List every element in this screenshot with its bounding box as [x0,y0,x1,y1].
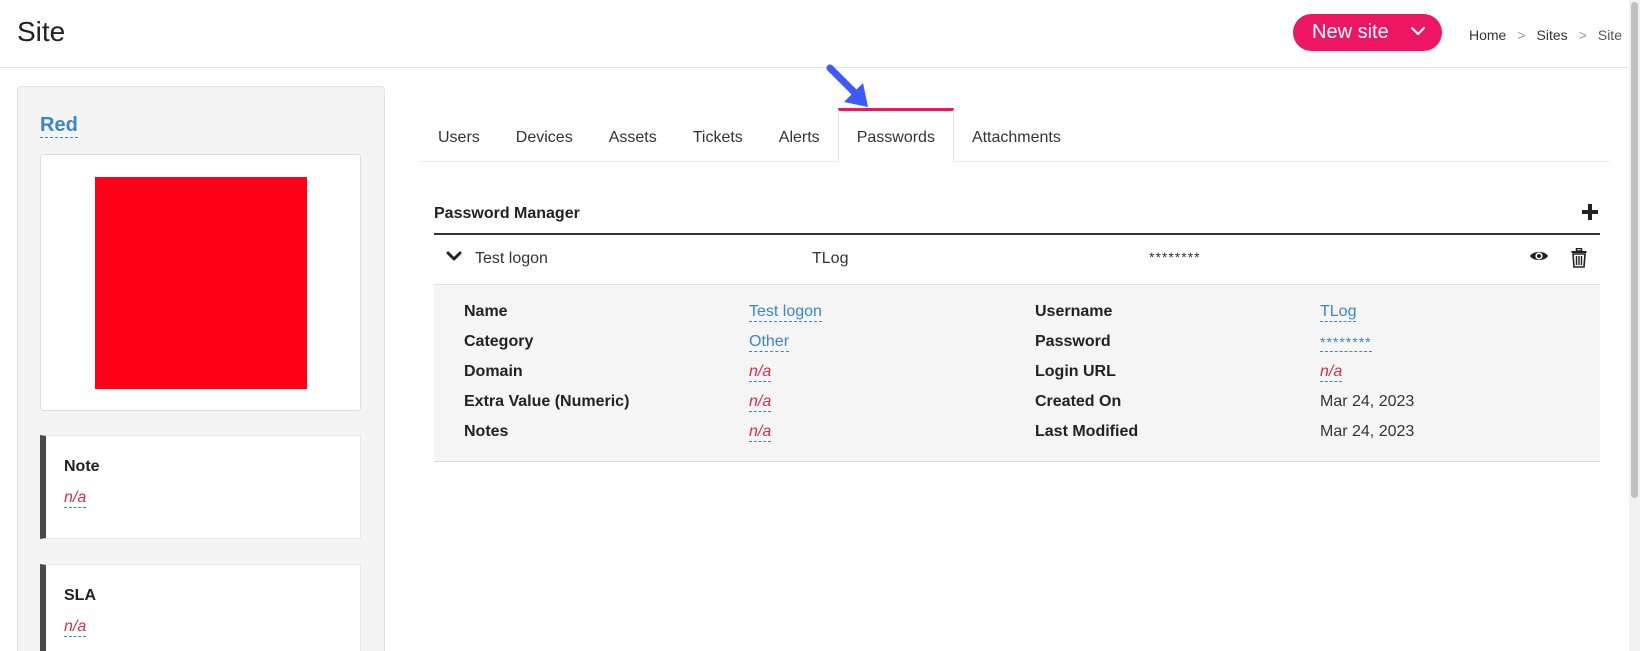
detail-category-value[interactable]: Other [749,333,790,352]
sla-card: SLA n/a [40,564,361,651]
site-logo [95,177,307,389]
page-scrollbar[interactable] [1629,0,1640,651]
detail-created-label: Created On [1035,393,1122,410]
detail-created-value: Mar 24, 2023 [1320,393,1415,410]
site-name-link[interactable]: Red [40,113,78,138]
site-tabs: Users Devices Assets Tickets Alerts Pass… [420,108,1610,162]
detail-notes-label: Notes [464,423,509,440]
entry-password: ******** [1149,249,1201,265]
page-title: Site [17,16,66,47]
detail-domain-label: Domain [464,363,523,380]
chevron-down-icon[interactable] [1410,25,1426,37]
site-logo-box [40,154,361,411]
breadcrumb: Home > Sites > Site [1469,27,1622,43]
detail-modified-label: Last Modified [1035,423,1139,440]
scrollbar-thumb[interactable] [1631,2,1638,498]
detail-domain-value[interactable]: n/a [749,363,772,382]
password-entry-details: Name Test logon Category Other Domain n/… [434,284,1600,462]
password-manager-title: Password Manager [434,205,580,222]
page-header: Site New site Home > Sites > Site [0,0,1629,68]
sla-label: SLA [64,587,96,604]
tab-devices[interactable]: Devices [498,108,591,162]
detail-modified-value: Mar 24, 2023 [1320,423,1415,440]
tab-assets[interactable]: Assets [591,108,675,162]
detail-extra-value[interactable]: n/a [749,393,772,412]
pointer-arrow-icon [826,64,868,107]
detail-password-label: Password [1035,333,1111,350]
detail-username-label: Username [1035,303,1113,320]
password-entry-row[interactable]: Test logon TLog ******** [434,235,1600,284]
tab-attachments[interactable]: Attachments [954,108,1079,162]
tab-alerts[interactable]: Alerts [761,108,838,162]
detail-name-value[interactable]: Test logon [749,303,822,322]
sla-value[interactable]: n/a [64,618,87,637]
trash-icon[interactable] [1571,248,1587,268]
detail-password-value[interactable]: ******** [1320,333,1372,352]
add-password-icon[interactable] [1581,203,1599,221]
breadcrumb-separator: > [1517,27,1526,43]
entry-username: TLog [812,250,849,267]
tab-passwords[interactable]: Passwords [837,108,954,162]
detail-extra-value-label: Extra Value (Numeric) [464,393,630,410]
note-label: Note [64,458,100,475]
detail-name-label: Name [464,303,508,320]
new-site-label: New site [1312,21,1389,43]
eye-icon[interactable] [1529,249,1549,263]
detail-login-url-value[interactable]: n/a [1320,363,1343,382]
detail-notes-value[interactable]: n/a [749,423,772,442]
breadcrumb-sites[interactable]: Sites [1537,27,1568,43]
detail-username-value[interactable]: TLog [1320,303,1357,322]
detail-login-url-label: Login URL [1035,363,1116,380]
entry-name: Test logon [475,250,548,267]
detail-category-label: Category [464,333,534,350]
note-value[interactable]: n/a [64,489,87,508]
breadcrumb-home[interactable]: Home [1469,27,1506,43]
breadcrumb-separator: > [1578,27,1587,43]
site-sidebar: Red Note n/a SLA n/a [17,86,385,651]
tab-tickets[interactable]: Tickets [675,108,761,162]
note-card: Note n/a [40,435,361,539]
tab-users[interactable]: Users [420,108,498,162]
new-site-button[interactable]: New site [1293,14,1442,51]
chevron-down-icon[interactable] [446,251,462,263]
breadcrumb-current: Site [1597,27,1622,43]
